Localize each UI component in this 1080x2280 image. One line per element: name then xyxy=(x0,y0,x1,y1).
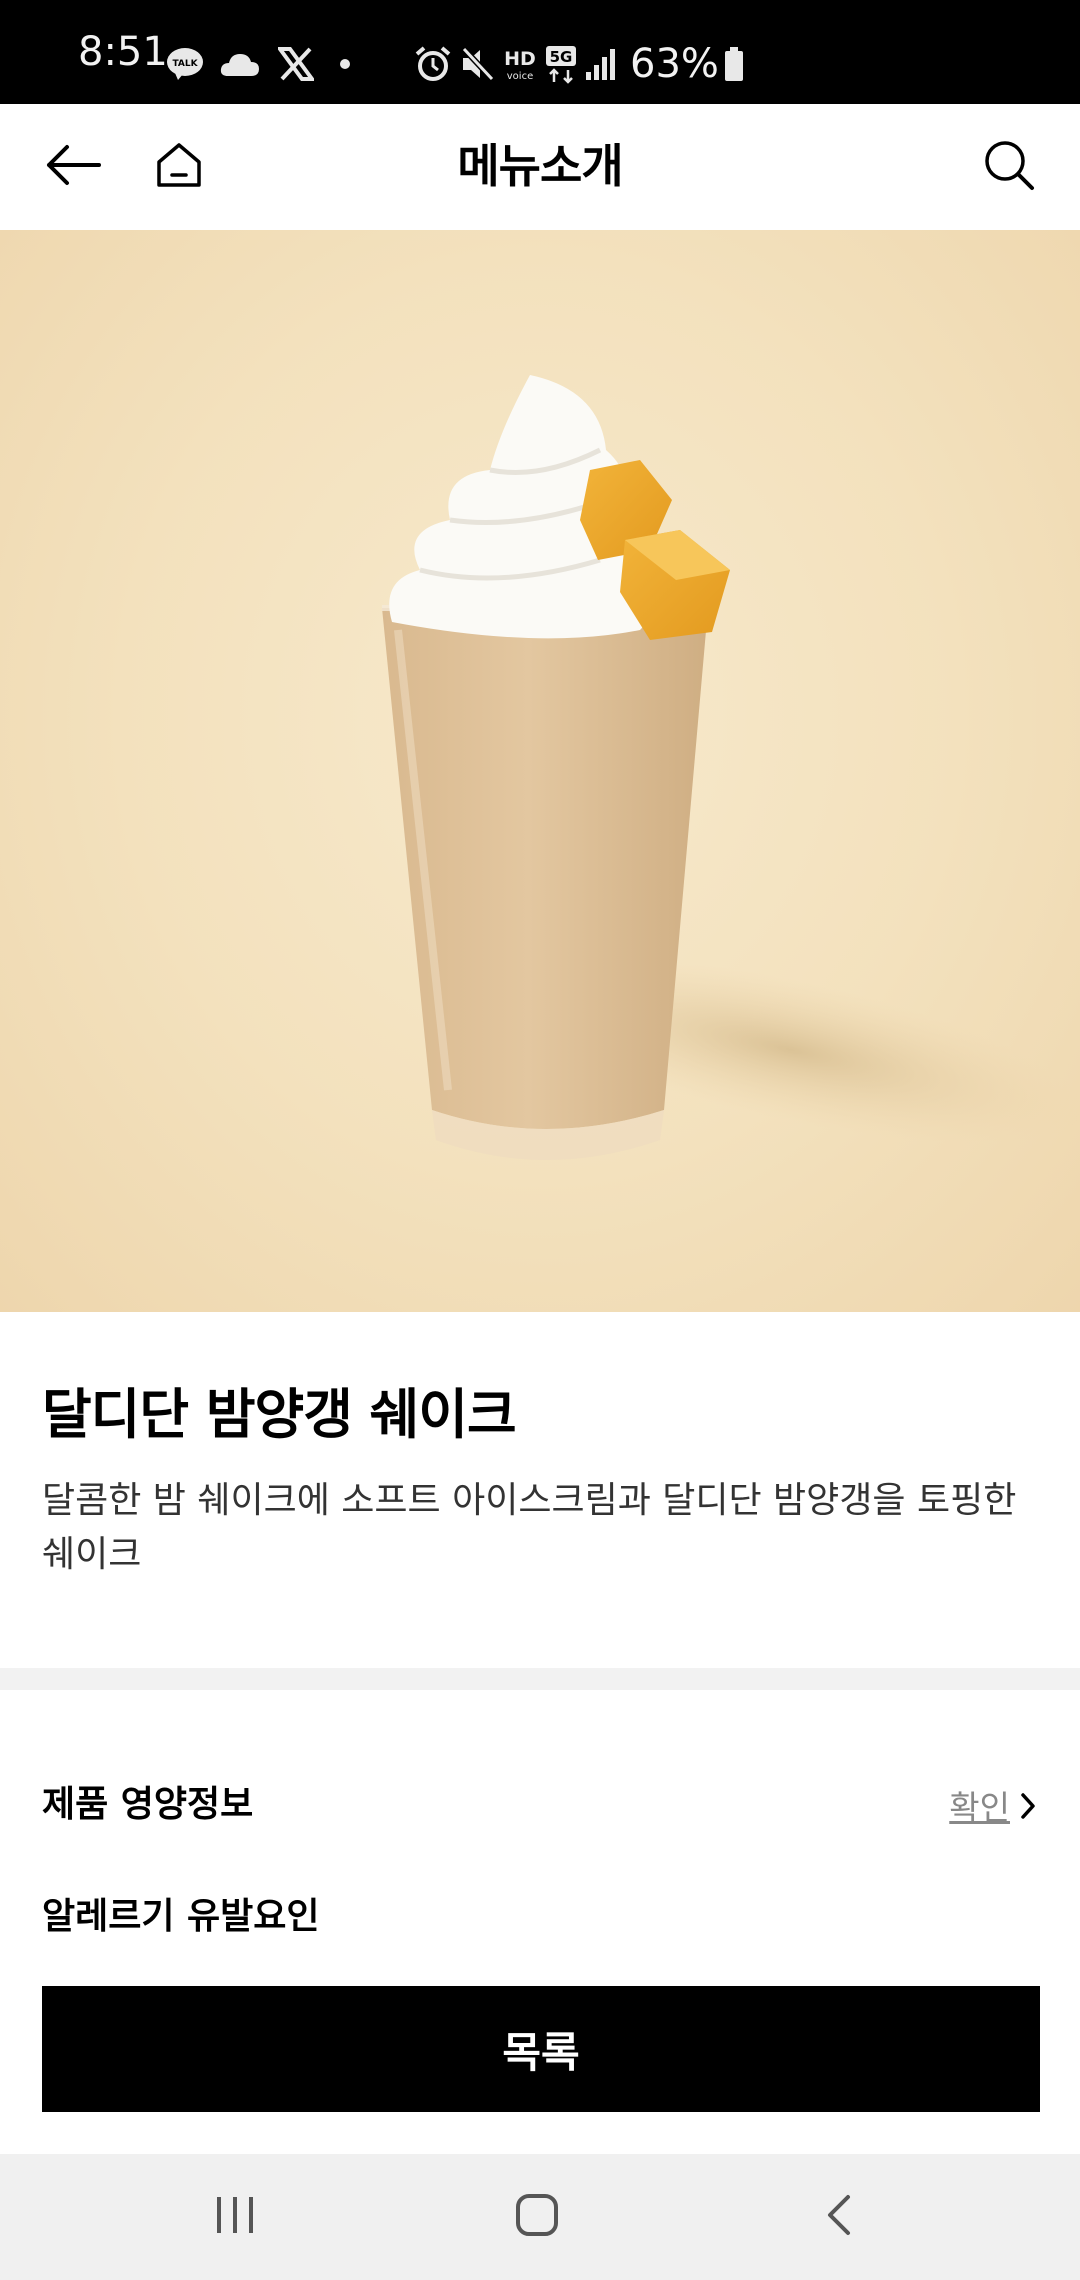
status-time: 8:51 xyxy=(78,29,168,75)
list-button[interactable]: 목록 xyxy=(42,1986,1040,2112)
svg-text:5G: 5G xyxy=(550,48,573,66)
nutrition-info-row: 제품 영양정보 확인 xyxy=(42,1776,1038,1836)
kakaotalk-icon: TALK xyxy=(166,47,204,81)
search-button[interactable] xyxy=(976,134,1042,200)
product-description: 달콤한 밤 쉐이크에 소프트 아이스크림과 달디단 밤양갱을 토핑한 쉐이크 xyxy=(42,1480,1017,1575)
battery-percent: 63% xyxy=(630,41,719,87)
mute-icon xyxy=(460,45,496,83)
nutrition-info-label: 제품 영양정보 xyxy=(42,1784,254,1825)
status-bar: 8:51 TALK HD voice 5G 63% xyxy=(0,0,1080,104)
status-notification-icons: TALK xyxy=(166,44,350,84)
search-icon xyxy=(983,139,1035,195)
product-image xyxy=(0,230,1080,1312)
signal-icon xyxy=(584,46,618,82)
nutrition-link-label: 확인 xyxy=(949,1788,1010,1827)
svg-text:HD: HD xyxy=(504,48,536,70)
back-nav-icon xyxy=(824,2193,854,2241)
system-nav-bar xyxy=(0,2154,1080,2280)
x-icon xyxy=(276,47,316,81)
shake-illustration xyxy=(382,375,1080,1160)
dot-icon xyxy=(340,59,350,69)
app-header: 메뉴소개 xyxy=(0,104,1080,230)
page-title: 메뉴소개 xyxy=(457,139,623,193)
chevron-right-icon xyxy=(1018,1790,1038,1820)
back-nav-button[interactable] xyxy=(794,2182,884,2252)
home-nav-icon xyxy=(514,2192,560,2242)
product-name: 달디단 밤양갱 쉐이크 xyxy=(42,1383,517,1446)
nutrition-info-link[interactable]: 확인 xyxy=(949,1780,1038,1830)
hd-voice-icon: HD voice xyxy=(502,45,538,83)
section-divider xyxy=(0,1668,1080,1690)
recent-apps-button[interactable] xyxy=(190,2182,280,2252)
svg-text:TALK: TALK xyxy=(172,59,198,69)
recent-apps-icon xyxy=(213,2195,257,2239)
svg-text:voice: voice xyxy=(507,71,533,82)
5g-icon: 5G xyxy=(544,44,578,84)
home-nav-button[interactable] xyxy=(492,2182,582,2252)
battery-icon xyxy=(723,46,745,82)
allergy-info-label: 알레르기 유발요인 xyxy=(42,1896,320,1937)
alarm-icon xyxy=(414,45,452,83)
cloud-icon xyxy=(220,50,260,78)
status-system-icons: HD voice 5G 63% xyxy=(414,40,745,88)
